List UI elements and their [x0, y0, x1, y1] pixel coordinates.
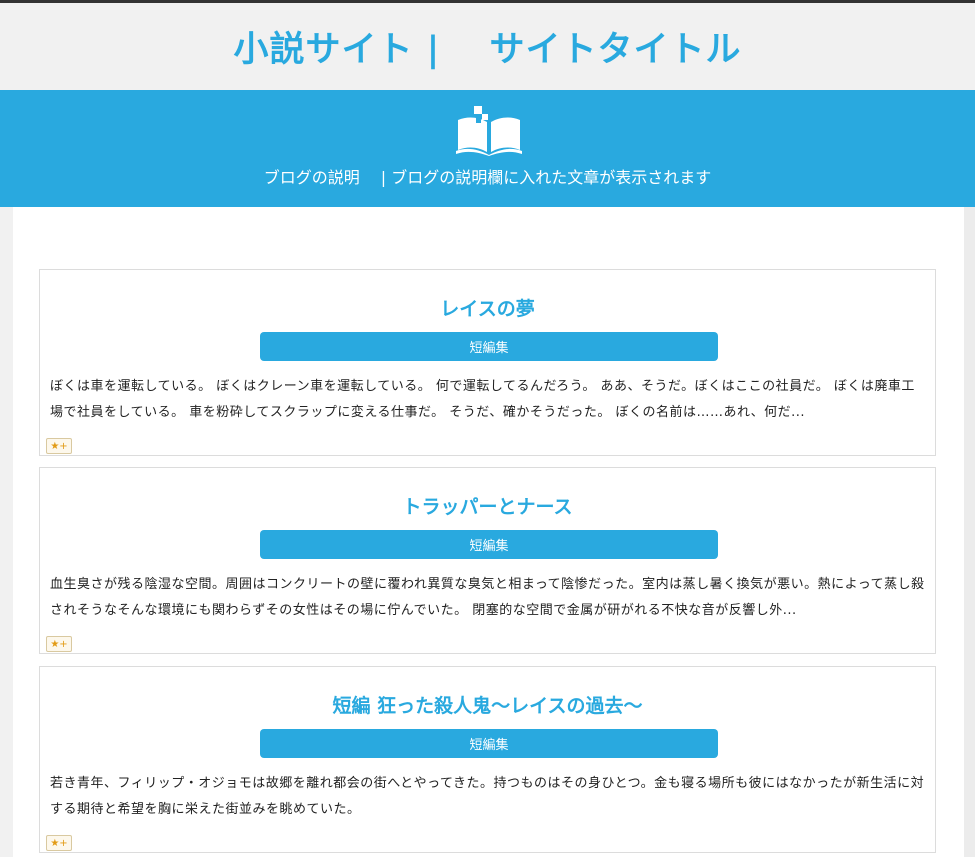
- scrollbar-gutter: [964, 207, 975, 857]
- article-excerpt: 血生臭さが残る陰湿な空間。周囲はコンクリートの壁に覆われ異質な臭気と相まって陰惨…: [50, 577, 925, 618]
- star-add-button[interactable]: ★+: [46, 438, 72, 454]
- category-button[interactable]: 短編集: [260, 729, 718, 758]
- article-list: レイスの夢 短編集 ぼくは車を運転している。 ぼくはクレーン車を運転している。 …: [13, 207, 964, 857]
- description-banner: ブログの説明 | ブログの説明欄に入れた文章が表示されます: [0, 90, 975, 207]
- article-title[interactable]: レイスの夢: [40, 294, 935, 321]
- site-title[interactable]: 小説サイト | サイトタイトル: [233, 21, 741, 72]
- star-add-button[interactable]: ★+: [46, 835, 72, 851]
- star-add-button[interactable]: ★+: [46, 636, 72, 652]
- blog-description: ブログの説明 | ブログの説明欄に入れた文章が表示されます: [263, 168, 712, 187]
- category-button[interactable]: 短編集: [260, 530, 718, 559]
- article-card: 短編 狂った殺人鬼～レイスの過去～ 短編集 若き青年、フィリップ・オジョモは故郷…: [39, 666, 936, 853]
- article-card: レイスの夢 短編集 ぼくは車を運転している。 ぼくはクレーン車を運転している。 …: [39, 269, 936, 456]
- site-header: 小説サイト | サイトタイトル: [0, 3, 975, 90]
- article-title[interactable]: トラッパーとナース: [40, 492, 935, 519]
- article-card: トラッパーとナース 短編集 血生臭さが残る陰湿な空間。周囲はコンクリートの壁に覆…: [39, 467, 936, 654]
- open-book-icon: [456, 106, 522, 156]
- article-excerpt: 若き青年、フィリップ・オジョモは故郷を離れ都会の街へとやってきた。持つものはその…: [50, 776, 925, 817]
- article-excerpt: ぼくは車を運転している。 ぼくはクレーン車を運転している。 何で運転してるんだろ…: [50, 379, 915, 420]
- article-title[interactable]: 短編 狂った殺人鬼～レイスの過去～: [40, 691, 935, 718]
- category-button[interactable]: 短編集: [260, 332, 718, 361]
